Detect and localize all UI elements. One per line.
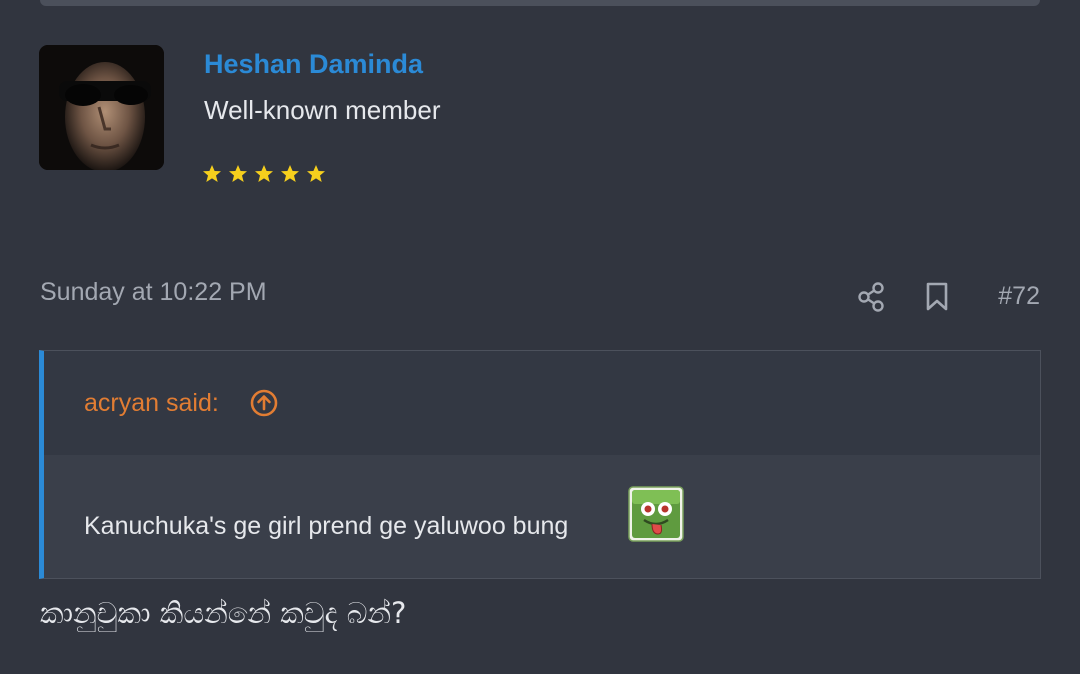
bookmark-icon[interactable] <box>925 281 949 313</box>
arrow-up-circle-icon[interactable] <box>250 389 278 417</box>
username-link[interactable]: Heshan Daminda <box>204 49 423 80</box>
avatar[interactable] <box>39 45 164 170</box>
star-icon <box>281 165 299 182</box>
quote-author-link[interactable]: acryan said: <box>84 389 219 418</box>
quote-text: Kanuchuka's ge girl prend ge yaluwoo bun… <box>84 512 569 540</box>
star-icon <box>229 165 247 182</box>
star-icon <box>307 165 325 182</box>
share-icon[interactable] <box>856 281 886 313</box>
post-number-link[interactable]: #72 <box>998 282 1040 311</box>
tongue-out-smiley-icon <box>628 486 684 542</box>
post-body-text: කානුචුකා කියන්නේ කවුද බන්? <box>40 596 407 630</box>
post-date-link[interactable]: Sunday at 10:22 PM <box>40 278 267 307</box>
quote-block: acryan said: Kanuchuka's ge girl prend g… <box>39 350 1041 579</box>
quote-body: Kanuchuka's ge girl prend ge yaluwoo bun… <box>44 455 1040 578</box>
previous-post-divider <box>40 0 1040 6</box>
post-container: Heshan Daminda Well-known member Sunday … <box>0 0 1080 674</box>
star-icon <box>203 165 221 182</box>
quote-header: acryan said: <box>44 351 1040 455</box>
star-icon <box>255 165 273 182</box>
user-title: Well-known member <box>204 95 441 125</box>
user-rating-stars <box>202 164 326 184</box>
